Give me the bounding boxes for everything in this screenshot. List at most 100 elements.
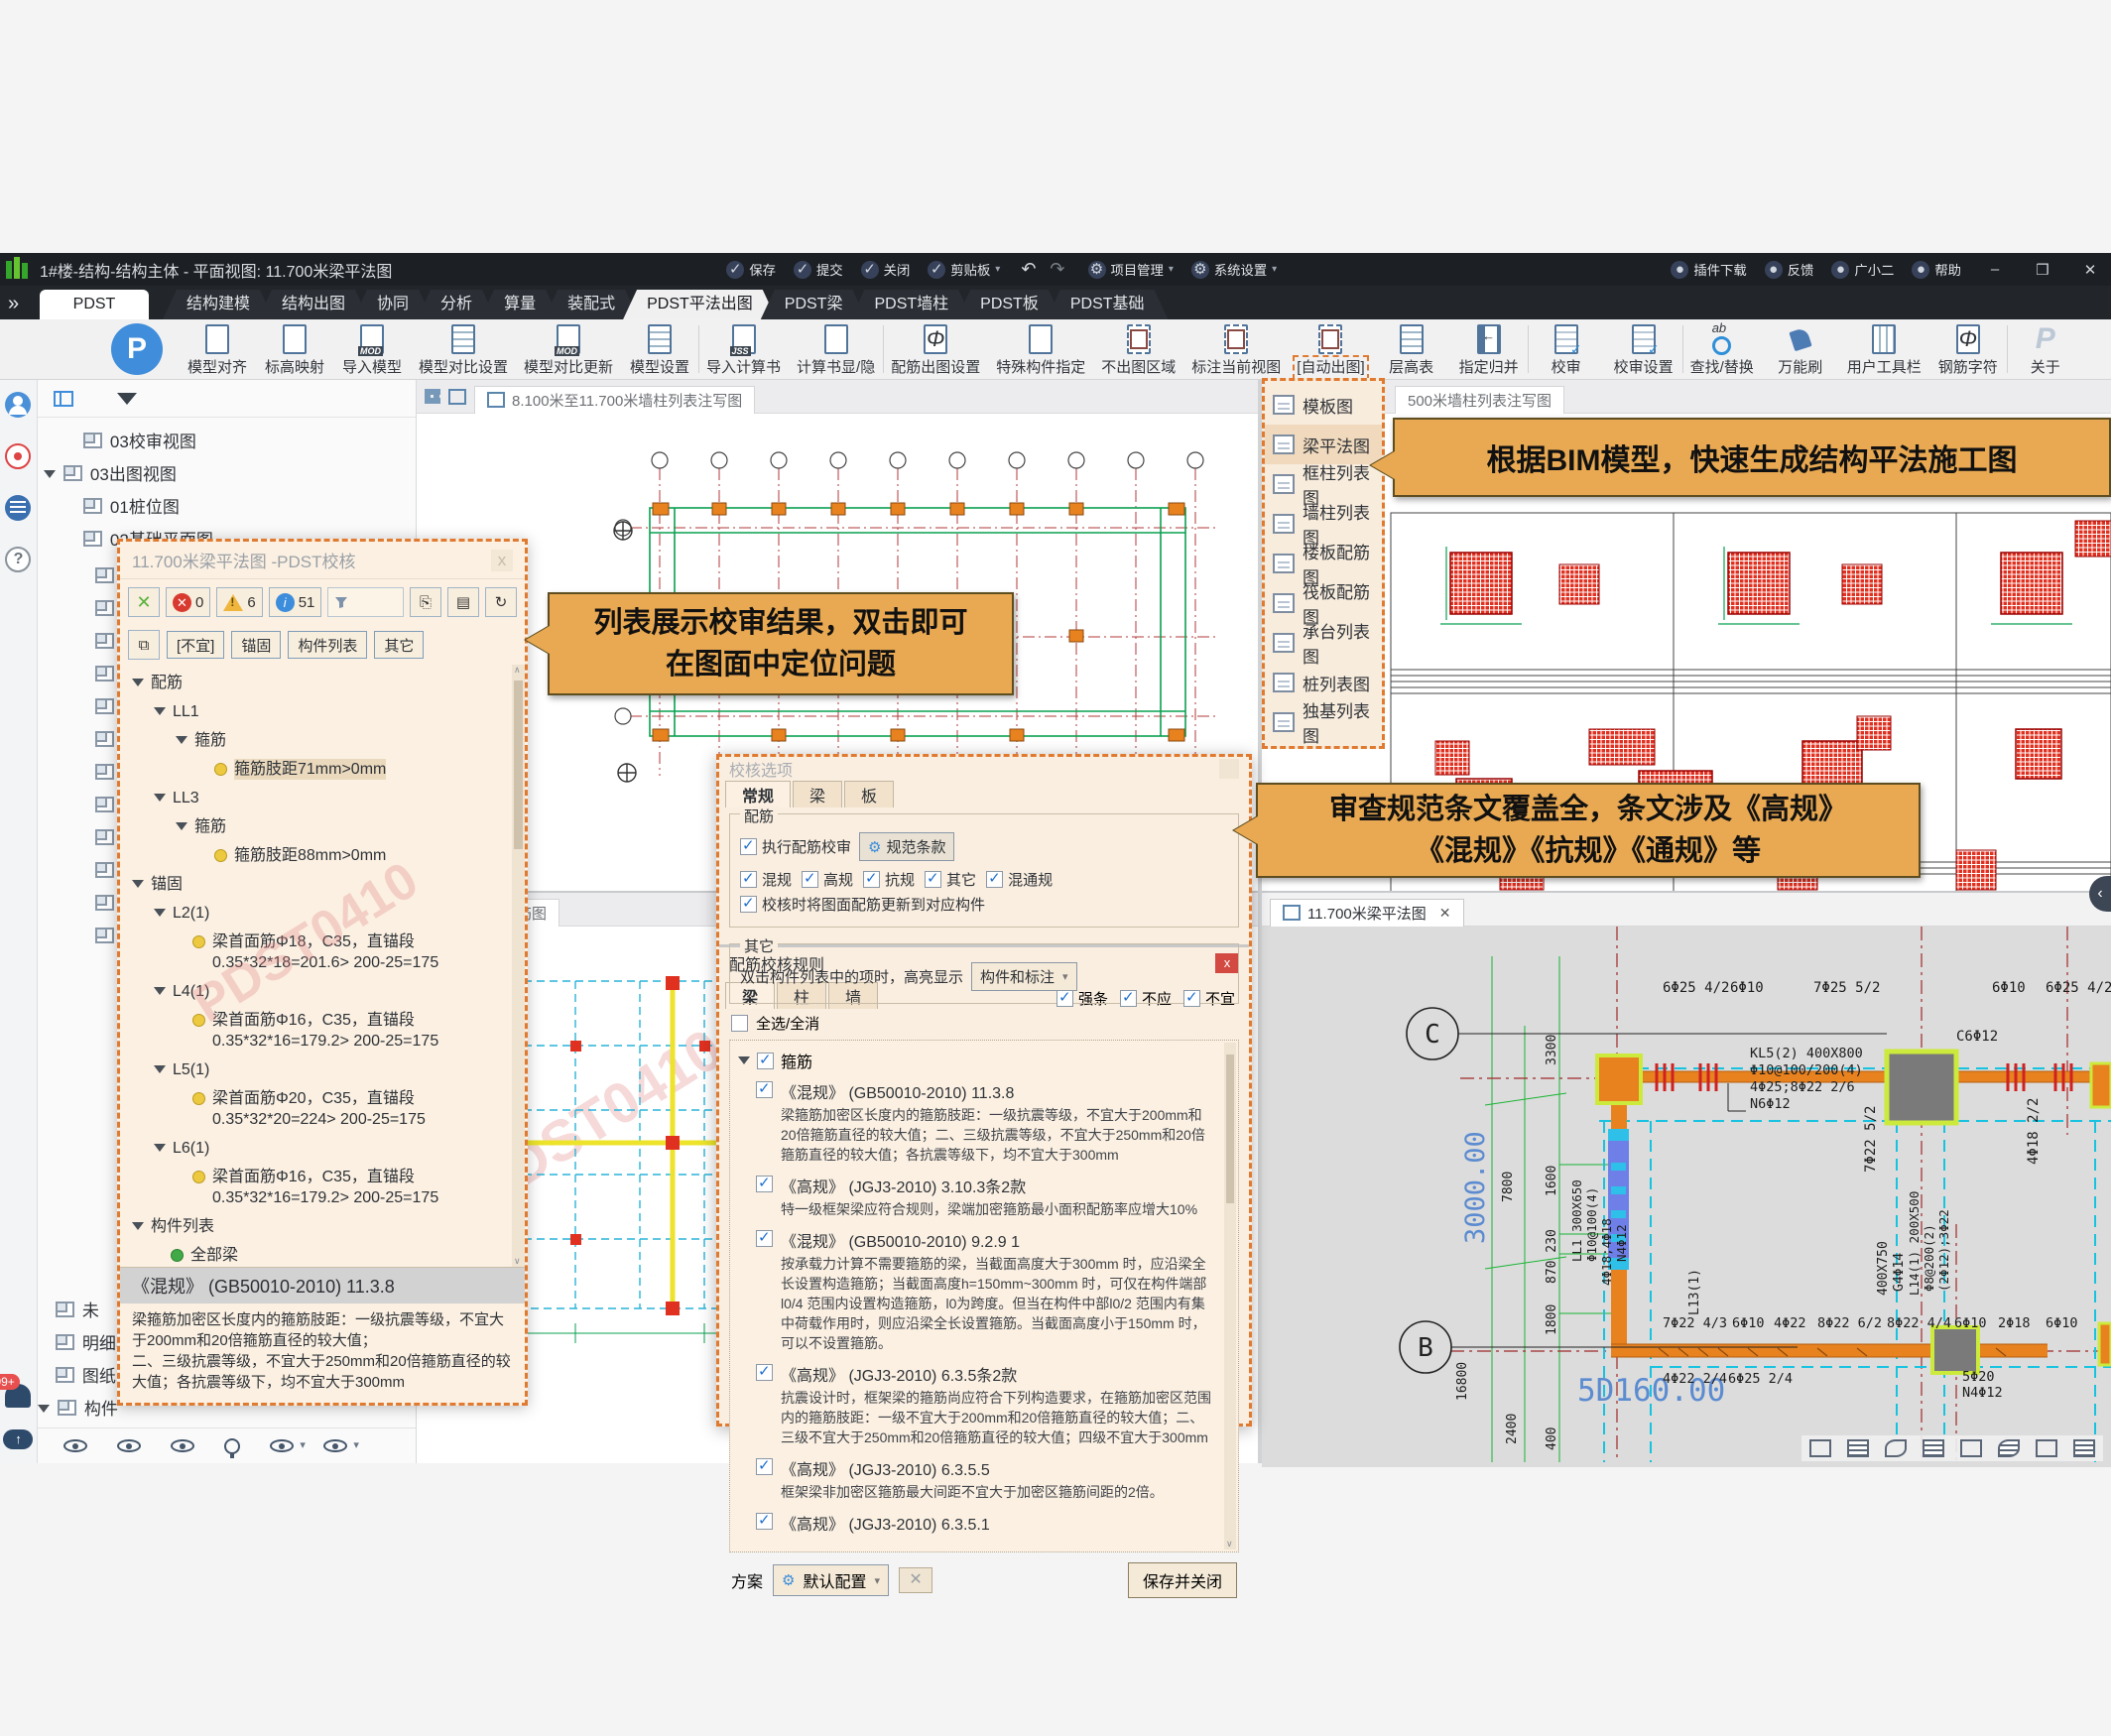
code-checkbox[interactable]: 混规 [740,869,792,890]
plan-generate-item[interactable]: 模板图 [1265,385,1382,425]
view-tree-item[interactable]: 03出图视图 [38,456,416,489]
bell-icon[interactable]: 99+ [5,1384,31,1408]
options-tab[interactable]: 板 [844,781,894,807]
check-result-item[interactable]: LL3 [126,784,509,812]
check-result-item[interactable]: 箍筋 [126,812,509,841]
check-result-item[interactable]: 全部梁 [126,1241,509,1267]
plan-generate-item[interactable]: 承台列表图 [1265,623,1382,663]
right-top-view-tab[interactable]: 500米墙柱列表注写图 [1395,386,1564,414]
code-checkbox[interactable]: 高规 [802,869,853,890]
ribbon-button[interactable]: 模型对齐 [179,319,256,379]
check-result-item[interactable]: 梁首面筋Φ20，C35，直锚段0.35*32*20=224> 200-25=17… [126,1084,509,1134]
ribbon-button[interactable]: 用户工具栏 [1839,319,1929,379]
user-avatar-icon[interactable] [5,392,31,418]
undo-icon[interactable]: ↶ [1021,259,1036,280]
check-result-item[interactable]: L5(1) [126,1055,509,1084]
ribbon-button[interactable]: 计算书显/隐 [789,319,883,379]
grid-layout-icon[interactable] [425,389,440,404]
view-tree-item[interactable]: 03校审视图 [38,424,416,456]
locate-in-view-button[interactable]: ✕ [128,587,160,617]
ribbon-button[interactable]: 关于 [2007,319,2084,379]
quick-action-button[interactable]: ✓提交 [787,257,850,282]
center-top-view-tab[interactable]: 8.100米至11.700米墙柱列表注写图 [474,386,755,414]
titlebar-right-button[interactable]: ●反馈 [1758,257,1821,282]
error-count-badge[interactable]: ✕0 [166,587,210,617]
panel-columns-icon[interactable] [54,391,73,407]
export-button[interactable]: ⎘ [410,587,441,617]
minimize-button[interactable]: – [1974,257,2016,282]
plan-generate-item[interactable]: 框柱列表图 [1265,464,1382,504]
code-checkbox[interactable]: 其它 [925,869,976,890]
select-all-checkbox[interactable]: 全选/全消 [719,1009,1249,1038]
rule-item[interactable]: 《高规》 (JGJ3-2010) 6.3.5条2款抗震设计时，框架梁的箍筋尚应符… [756,1362,1216,1447]
ribbon-button[interactable]: 指定归并 [1450,319,1528,379]
ribbon-button[interactable]: [自动出图] [1289,319,1372,379]
check-filter-tab[interactable]: 锚固 [231,631,281,659]
titlebar-menu-button[interactable]: ⚙项目管理▾ [1081,257,1180,282]
highlight-mode-select[interactable]: 构件和标注▾ [971,962,1077,991]
rule-item[interactable]: 《混规》 (GB50010-2010) 9.2.9 1按承载力计算不需要箍筋的梁… [756,1228,1216,1353]
plan-generate-item[interactable]: 楼板配筋图 [1265,544,1382,583]
notification-dot-icon[interactable] [5,443,31,469]
right-bottom-view-tab[interactable]: 11.700米梁平法图 ✕ [1270,899,1464,927]
ribbon-button[interactable]: 模型对比更新 [516,319,621,379]
ribbon-button[interactable]: 配筋出图设置 [883,319,988,379]
crop-view-icon[interactable] [2073,1439,2095,1457]
check-result-item[interactable]: 配筋 [126,669,509,697]
tab-pdst[interactable]: PDST [40,290,149,319]
preview-dropdown-icon[interactable] [270,1439,294,1452]
refresh-list-button[interactable]: ⧉ [128,630,160,660]
fit-view-icon[interactable] [1809,1439,1831,1457]
quick-action-button[interactable]: ✓关闭 [854,257,918,282]
ribbon-tab[interactable]: PDST平法出图 [623,290,777,319]
ribbon-button[interactable]: 标高映射 [256,319,333,379]
visibility-icon[interactable] [63,1439,87,1452]
help-icon[interactable]: ? [5,547,31,572]
ribbon-button[interactable]: 模型对比设置 [411,319,516,379]
view-tree-item[interactable]: 01桩位图 [38,489,416,522]
rule-group-row[interactable]: 箍筋 [738,1049,1216,1072]
ribbon-button[interactable]: 模型设置 [621,319,698,379]
code-checkbox[interactable]: 混通规 [986,869,1053,890]
ribbon-tab[interactable]: PDST基础 [1047,290,1169,319]
rule-item[interactable]: 《高规》 (JGJ3-2010) 3.10.3条2款特一级框架梁应符合规则，梁端… [756,1174,1216,1219]
ribbon-button[interactable]: 钢筋字符 [1929,319,2007,379]
ribbon-tab[interactable]: 结构建模 [163,290,274,319]
close-icon[interactable]: x [491,550,513,571]
ribbon-button[interactable]: 特殊构件指定 [988,319,1093,379]
ribbon-tab[interactable]: 装配式 [544,290,639,319]
plan-generate-item[interactable]: 梁平法图 [1265,425,1382,464]
check-filter-tab[interactable]: 其它 [374,631,424,659]
ribbon-button[interactable]: 校审设置 [1605,319,1682,379]
rule-item[interactable]: 《高规》 (JGJ3-2010) 6.3.5.1 [756,1511,1216,1537]
check-result-item[interactable]: 箍筋肢距71mm>0mm [126,755,509,784]
beam-plan-canvas[interactable]: C B 6Φ25 4/2 6Φ10 7Φ25 5/2 6Φ10 6Φ25 4/2 [1262,927,2111,1467]
check-result-item[interactable]: LL1 [126,697,509,726]
check-result-item[interactable]: 箍筋 [126,726,509,755]
collapse-double-arrow-icon[interactable]: » [8,293,17,315]
check-result-item[interactable]: L4(1) [126,977,509,1006]
quick-action-button[interactable]: ✓剪贴板▾ [921,257,1007,282]
check-result-item[interactable]: 梁首面筋Φ16，C35，直锚段0.35*32*16=179.2> 200-25=… [126,1163,509,1212]
ribbon-button[interactable]: 查找/替换 [1682,319,1762,379]
scheme-tools-button[interactable]: ✕ [899,1567,932,1593]
check-result-item[interactable]: 梁首面筋Φ16，C35，直锚段0.35*32*16=179.2> 200-25=… [126,1006,509,1055]
document-list-icon[interactable] [5,495,31,521]
titlebar-menu-button[interactable]: ⚙系统设置▾ [1184,257,1284,282]
quick-action-button[interactable]: ✓保存 [719,257,783,282]
check-filter-tab[interactable]: [不宜] [167,631,224,659]
ribbon-tab[interactable]: PDST板 [956,290,1062,319]
code-clauses-button[interactable]: ⚙规范条款 [859,832,954,861]
code-checkbox[interactable]: 抗规 [863,869,915,890]
titlebar-right-button[interactable]: ●广小二 [1824,257,1901,282]
maximize-button[interactable]: ❒ [2022,257,2063,283]
cloud-sync-button[interactable]: ↻ [485,587,517,617]
ribbon-button[interactable]: 万能刷 [1762,319,1839,379]
check-result-item[interactable]: 锚固 [126,870,509,899]
info-count-badge[interactable]: i51 [269,587,322,617]
ribbon-button[interactable]: 导入模型 [333,319,411,379]
filter-icon[interactable] [117,393,137,405]
plan-generate-item[interactable]: 筏板配筋图 [1265,583,1382,623]
filter-input[interactable] [327,587,404,617]
rule-item[interactable]: 《高规》 (JGJ3-2010) 6.3.5.5框架梁非加密区箍筋最大间距不宜大… [756,1456,1216,1502]
